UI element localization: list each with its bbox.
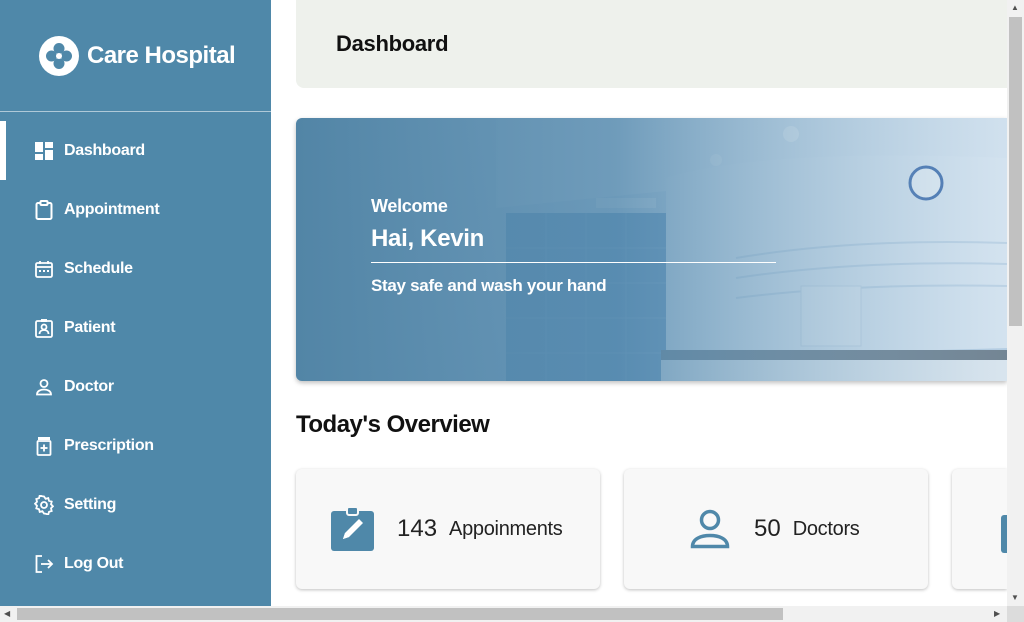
sidebar-item-label: Appointment — [64, 200, 160, 218]
welcome-banner: Welcome Hai, Kevin Stay safe and wash yo… — [296, 118, 1007, 381]
banner-text: Welcome Hai, Kevin Stay safe and wash yo… — [371, 196, 776, 296]
sidebar-item-prescription[interactable]: Prescription — [0, 416, 271, 475]
vertical-scrollbar[interactable]: ▲ ▼ — [1007, 0, 1024, 606]
gear-icon — [34, 494, 54, 515]
banner-tagline: Stay safe and wash your hand — [371, 276, 607, 295]
clipboard-icon — [34, 199, 54, 220]
sidebar-item-label: Doctor — [64, 377, 114, 395]
app-root: Care Hospital Dashboard Appointment Sche… — [0, 0, 1024, 622]
vertical-scroll-thumb[interactable] — [1009, 17, 1022, 326]
edit-clipboard-icon — [331, 507, 375, 551]
appointments-count: 143 — [397, 515, 438, 542]
sidebar-item-setting[interactable]: Setting — [0, 475, 271, 534]
horizontal-scroll-thumb[interactable] — [17, 608, 783, 620]
overview-card-partial[interactable] — [952, 469, 1007, 589]
sidebar-item-logout[interactable]: Log Out — [0, 534, 271, 593]
brand-name: Care Hospital — [87, 41, 236, 69]
sidebar-item-appointment[interactable]: Appointment — [0, 180, 271, 239]
sidebar-nav: Dashboard Appointment Schedule Patient D… — [0, 112, 271, 593]
brand[interactable]: Care Hospital — [0, 0, 271, 112]
doctors-card[interactable]: 50 Doctors — [624, 469, 928, 589]
scroll-left-arrow-icon[interactable]: ◀ — [4, 610, 10, 618]
scrollbar-corner — [1007, 606, 1024, 622]
person-icon — [688, 507, 732, 551]
logout-icon — [34, 554, 54, 574]
sidebar-item-label: Setting — [64, 495, 117, 513]
sidebar-item-patient[interactable]: Patient — [0, 298, 271, 357]
appointments-card[interactable]: 143 Appoinments — [296, 469, 600, 589]
appointments-label: Appoinments — [449, 517, 563, 540]
sidebar: Care Hospital Dashboard Appointment Sche… — [0, 0, 271, 606]
sidebar-item-label: Prescription — [64, 436, 154, 454]
sidebar-item-dashboard[interactable]: Dashboard — [0, 121, 271, 180]
sidebar-item-label: Schedule — [64, 259, 133, 277]
scroll-right-arrow-icon[interactable]: ▶ — [994, 610, 1000, 618]
scroll-up-arrow-icon[interactable]: ▲ — [1011, 4, 1019, 12]
overview-title: Today's Overview — [296, 411, 490, 438]
calendar-icon — [34, 259, 54, 279]
page-header: Dashboard — [296, 0, 1007, 88]
sidebar-item-label: Patient — [64, 318, 116, 336]
doctors-count: 50 — [754, 515, 781, 542]
sidebar-item-label: Log Out — [64, 554, 124, 572]
page-title: Dashboard — [336, 31, 449, 56]
person-icon — [34, 377, 54, 397]
medicine-icon — [34, 436, 54, 456]
sidebar-item-doctor[interactable]: Doctor — [0, 357, 271, 416]
doctors-label: Doctors — [792, 517, 860, 540]
welcome-label: Welcome — [371, 196, 448, 216]
sidebar-item-schedule[interactable]: Schedule — [0, 239, 271, 298]
sidebar-item-label: Dashboard — [64, 141, 145, 159]
horizontal-scrollbar[interactable]: ◀ ▶ — [0, 606, 1007, 622]
banner-divider — [371, 262, 776, 263]
dashboard-icon — [34, 141, 54, 161]
greeting-text: Hai, Kevin — [371, 225, 485, 252]
patient-badge-icon — [34, 318, 54, 338]
scroll-down-arrow-icon[interactable]: ▼ — [1011, 594, 1019, 602]
care-logo-icon — [39, 35, 79, 76]
